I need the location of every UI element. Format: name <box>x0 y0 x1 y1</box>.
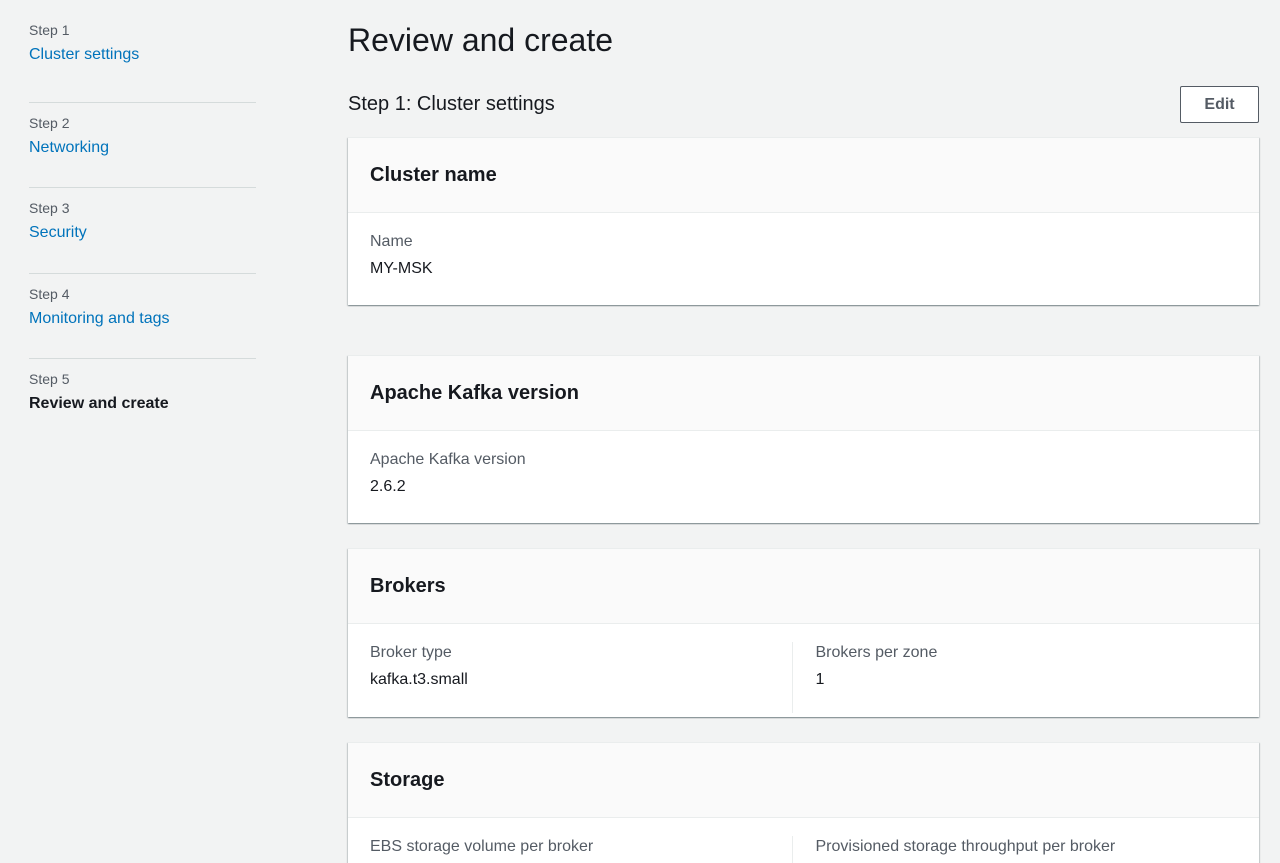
key-value-pair: Name MY-MSK <box>370 231 1237 280</box>
review-and-create-page: Step 1 Cluster settings Step 2 Networkin… <box>0 0 1280 863</box>
nav-step-3: Step 3 Security <box>29 188 256 274</box>
page-title: Review and create <box>348 22 614 58</box>
kafka-version-card: Apache Kafka version Apache Kafka versio… <box>348 355 1259 523</box>
key-value-pair: Broker type kafka.t3.small <box>370 642 792 713</box>
field-label: Apache Kafka version <box>370 451 526 468</box>
nav-link-networking[interactable]: Networking <box>29 136 109 160</box>
key-value-pair: Brokers per zone 1 <box>791 642 1238 713</box>
card-title: Cluster name <box>370 164 497 186</box>
card-body: EBS storage volume per broker Provisione… <box>348 818 1259 863</box>
card-header: Apache Kafka version <box>348 356 1259 431</box>
nav-link-cluster-settings[interactable]: Cluster settings <box>29 43 139 67</box>
nav-step-4: Step 4 Monitoring and tags <box>29 274 256 359</box>
card-title: Apache Kafka version <box>370 382 579 404</box>
card-body: Apache Kafka version 2.6.2 <box>348 431 1259 498</box>
field-value: MY-MSK <box>370 260 433 277</box>
nav-current-review-and-create: Review and create <box>29 395 169 412</box>
key-value-pair: Apache Kafka version 2.6.2 <box>370 449 1237 498</box>
field-label: Name <box>370 233 413 250</box>
step-number: Step 5 <box>29 371 70 387</box>
field-value: 1 <box>815 671 825 688</box>
edit-button[interactable]: Edit <box>1180 86 1259 123</box>
step-number: Step 4 <box>29 285 70 302</box>
step-number: Step 3 <box>29 200 70 216</box>
card-header: Cluster name <box>348 138 1259 213</box>
card-body: Broker type kafka.t3.small Brokers per z… <box>348 624 1259 713</box>
field-value: kafka.t3.small <box>370 671 468 688</box>
card-title: Brokers <box>370 575 446 597</box>
card-header: Brokers <box>348 549 1259 624</box>
nav-link-monitoring-and-tags[interactable]: Monitoring and tags <box>29 307 170 331</box>
nav-step-2: Step 2 Networking <box>29 103 256 188</box>
field-label: Provisioned storage throughput per broke… <box>815 838 1116 855</box>
step-number: Step 2 <box>29 114 70 131</box>
nav-step-1: Step 1 Cluster settings <box>29 17 256 103</box>
field-label: Broker type <box>370 644 452 661</box>
field-label: Brokers per zone <box>815 644 938 661</box>
nav-step-5: Step 5 Review and create <box>29 359 256 445</box>
field-label: EBS storage volume per broker <box>370 838 594 855</box>
cluster-name-card: Cluster name Name MY-MSK <box>348 137 1259 305</box>
card-body: Name MY-MSK <box>348 213 1259 280</box>
step-number: Step 1 <box>29 22 70 38</box>
wizard-navigation: Step 1 Cluster settings Step 2 Networkin… <box>29 17 256 445</box>
key-value-pair: EBS storage volume per broker <box>370 836 792 863</box>
brokers-card: Brokers Broker type kafka.t3.small Broke… <box>348 548 1259 717</box>
card-title: Storage <box>370 769 445 791</box>
field-value: 2.6.2 <box>370 478 406 495</box>
nav-link-security[interactable]: Security <box>29 221 87 245</box>
section-title: Step 1: Cluster settings <box>348 93 555 115</box>
storage-card: Storage EBS storage volume per broker Pr… <box>348 742 1259 863</box>
card-header: Storage <box>348 743 1259 818</box>
key-value-pair: Provisioned storage throughput per broke… <box>791 836 1238 863</box>
